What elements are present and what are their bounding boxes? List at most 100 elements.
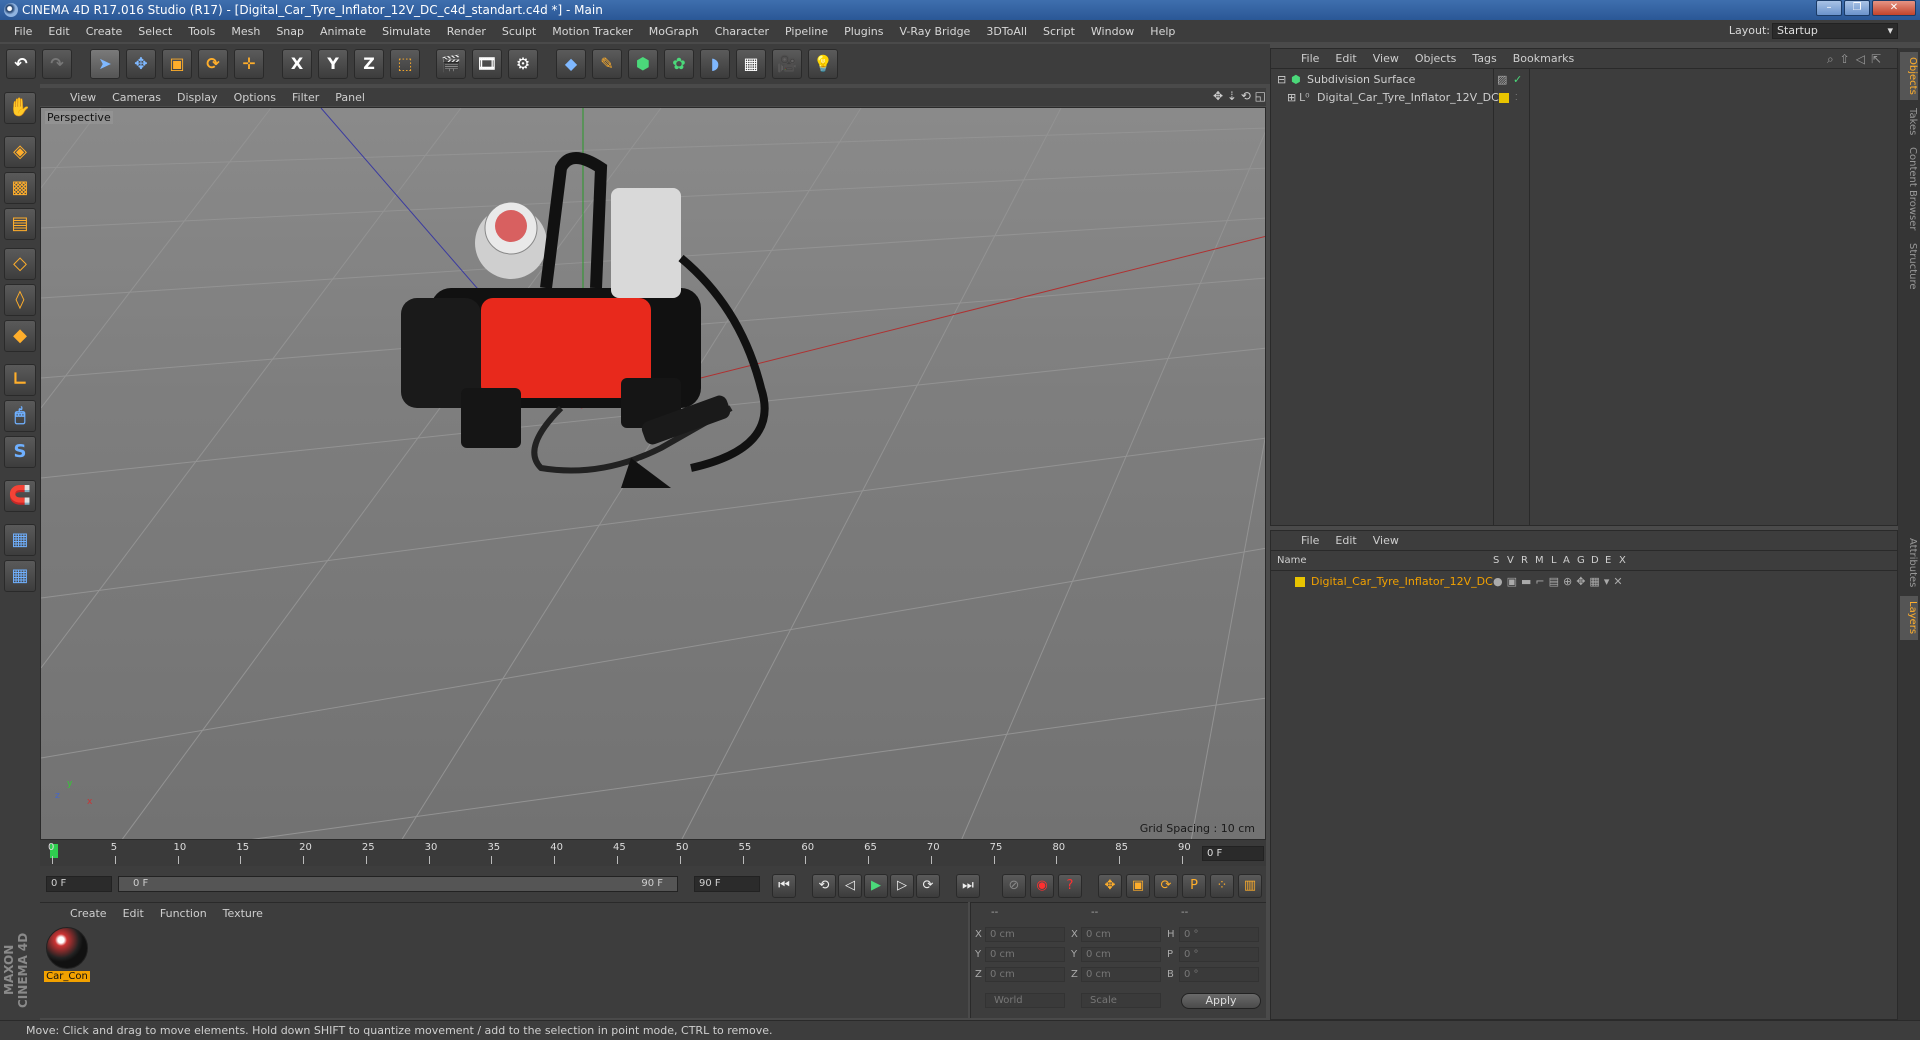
go-to-start-icon[interactable]: ⏮: [772, 874, 796, 898]
menu-script[interactable]: Script: [1035, 25, 1083, 38]
visibility-dots-icon[interactable]: ⁚: [1515, 89, 1518, 107]
autokeying-icon[interactable]: ?: [1058, 874, 1082, 898]
y-axis-lock-button[interactable]: Y: [318, 49, 348, 79]
model-mode-icon[interactable]: ◈: [4, 136, 36, 168]
start-frame-field[interactable]: 0 F: [46, 876, 112, 892]
texture-mode-icon[interactable]: ▩: [4, 172, 36, 204]
apply-button[interactable]: Apply: [1181, 993, 1261, 1009]
maximize-button[interactable]: ❐: [1844, 0, 1870, 16]
editor-render-toggle-icon[interactable]: ▨: [1497, 71, 1507, 89]
previous-key-icon[interactable]: ⟲: [812, 874, 836, 898]
cube-primitive-icon[interactable]: ◆: [556, 49, 586, 79]
grid-snap-icon[interactable]: ▦: [4, 560, 36, 592]
pen-spline-icon[interactable]: ✎: [592, 49, 622, 79]
next-frame-icon[interactable]: ▷: [890, 874, 914, 898]
record-disabled-icon[interactable]: ⊘: [1002, 874, 1026, 898]
menu-create[interactable]: Create: [78, 25, 131, 38]
layer-menu-view[interactable]: View: [1365, 534, 1407, 547]
material-swatch[interactable]: Car_Con: [44, 927, 90, 985]
layer-color-tag[interactable]: [1499, 93, 1509, 103]
coordinate-mode-dropdown[interactable]: World: [985, 993, 1065, 1008]
z-axis-lock-button[interactable]: Z: [354, 49, 384, 79]
menu-mesh[interactable]: Mesh: [223, 25, 268, 38]
floor-environment-icon[interactable]: ▦: [736, 49, 766, 79]
material-menu-create[interactable]: Create: [62, 907, 115, 920]
expand-toggle-icon[interactable]: ⊞: [1287, 89, 1296, 107]
menu-motion-tracker[interactable]: Motion Tracker: [544, 25, 640, 38]
material-menu-texture[interactable]: Texture: [215, 907, 271, 920]
menu-mograph[interactable]: MoGraph: [641, 25, 707, 38]
tab-layers[interactable]: Layers: [1900, 596, 1918, 640]
size-x-field[interactable]: 0 cm: [1081, 927, 1161, 942]
position-x-field[interactable]: 0 cm: [985, 927, 1065, 942]
axis-mode-icon[interactable]: ∟: [4, 364, 36, 396]
object-menu-tags[interactable]: Tags: [1464, 52, 1504, 65]
menu-edit[interactable]: Edit: [40, 25, 77, 38]
object-menu-objects[interactable]: Objects: [1407, 52, 1465, 65]
tab-content-browser[interactable]: Content Browser: [1900, 144, 1918, 234]
tweak-mode-icon[interactable]: 🖱: [4, 400, 36, 432]
menu-file[interactable]: File: [6, 25, 40, 38]
timeline-ruler[interactable]: 0 5 10 15 20 25 30 35 40 45 50 55 60 65 70 75 80 85 90: [40, 840, 1266, 866]
edit-render-settings-icon[interactable]: ⚙: [508, 49, 538, 79]
move-tool-icon[interactable]: ✥: [126, 49, 156, 79]
menu-snap[interactable]: Snap: [268, 25, 312, 38]
object-menu-view[interactable]: View: [1365, 52, 1407, 65]
rotate-tool-icon[interactable]: ⟳: [198, 49, 228, 79]
edges-mode-icon[interactable]: ◊: [4, 284, 36, 316]
frame-range-slider[interactable]: 0 F 90 F: [118, 876, 678, 892]
enabled-check-icon[interactable]: ✓: [1513, 71, 1522, 89]
key-pla-icon[interactable]: ⁘: [1210, 874, 1234, 898]
object-row-tyre-inflator[interactable]: ⊞ L⁰ Digital_Car_Tyre_Inflator_12V_DC ⁚: [1271, 89, 1897, 107]
menu-sculpt[interactable]: Sculpt: [494, 25, 544, 38]
tab-objects[interactable]: Objects: [1900, 52, 1918, 100]
workplane-lock-icon[interactable]: ▦: [4, 524, 36, 556]
previous-frame-icon[interactable]: ◁: [838, 874, 862, 898]
menu-3dtoall[interactable]: 3DToAll: [978, 25, 1035, 38]
object-menu-edit[interactable]: Edit: [1327, 52, 1364, 65]
menu-select[interactable]: Select: [130, 25, 180, 38]
points-mode-icon[interactable]: ◇: [4, 248, 36, 280]
menu-pipeline[interactable]: Pipeline: [777, 25, 836, 38]
snap-magnet-icon[interactable]: 🧲: [4, 480, 36, 512]
position-z-field[interactable]: 0 cm: [985, 967, 1065, 982]
record-active-objects-icon[interactable]: ◉: [1030, 874, 1054, 898]
menu-animate[interactable]: Animate: [312, 25, 374, 38]
key-rotation-icon[interactable]: ⟳: [1154, 874, 1178, 898]
layer-toggle-icons[interactable]: ●▣▬⌐▤⊕✥▦▾✕: [1493, 573, 1627, 591]
tab-attributes[interactable]: Attributes: [1900, 534, 1918, 592]
layer-menu-file[interactable]: File: [1293, 534, 1327, 547]
close-button[interactable]: ✕: [1872, 0, 1916, 16]
recent-tool-icon[interactable]: ✛: [234, 49, 264, 79]
viewport-menu-view[interactable]: View: [62, 91, 104, 104]
tab-structure[interactable]: Structure: [1900, 238, 1918, 294]
key-position-icon[interactable]: ✥: [1098, 874, 1122, 898]
subdivision-surface-icon[interactable]: ⬢: [628, 49, 658, 79]
layer-menu-edit[interactable]: Edit: [1327, 534, 1364, 547]
go-to-end-icon[interactable]: ⏭: [956, 874, 980, 898]
viewport-menu-filter[interactable]: Filter: [284, 91, 327, 104]
menu-render[interactable]: Render: [439, 25, 494, 38]
object-manager-nav-icons[interactable]: ⌕⇧◁⇱: [1827, 52, 1887, 67]
render-to-picture-viewer-icon[interactable]: 🎞: [472, 49, 502, 79]
object-menu-bookmarks[interactable]: Bookmarks: [1505, 52, 1582, 65]
menu-vray-bridge[interactable]: V-Ray Bridge: [891, 25, 978, 38]
layout-dropdown[interactable]: Startup ▾: [1772, 23, 1898, 39]
viewport-menu-cameras[interactable]: Cameras: [104, 91, 169, 104]
menu-tools[interactable]: Tools: [180, 25, 223, 38]
undo-button[interactable]: ↶: [6, 49, 36, 79]
viewport-menu-panel[interactable]: Panel: [327, 91, 373, 104]
viewport-menu-options[interactable]: Options: [226, 91, 284, 104]
live-selection-icon[interactable]: ➤: [90, 49, 120, 79]
menu-window[interactable]: Window: [1083, 25, 1142, 38]
play-forward-icon[interactable]: ▶: [864, 874, 888, 898]
array-generator-icon[interactable]: ✿: [664, 49, 694, 79]
key-scale-icon[interactable]: ▣: [1126, 874, 1150, 898]
minimize-button[interactable]: –: [1816, 0, 1842, 16]
redo-button[interactable]: ↷: [42, 49, 72, 79]
collapse-toggle-icon[interactable]: ⊟: [1277, 71, 1286, 89]
tab-takes[interactable]: Takes: [1900, 104, 1918, 140]
workplane-mode-icon[interactable]: ▤: [4, 208, 36, 240]
size-z-field[interactable]: 0 cm: [1081, 967, 1161, 982]
menu-simulate[interactable]: Simulate: [374, 25, 439, 38]
